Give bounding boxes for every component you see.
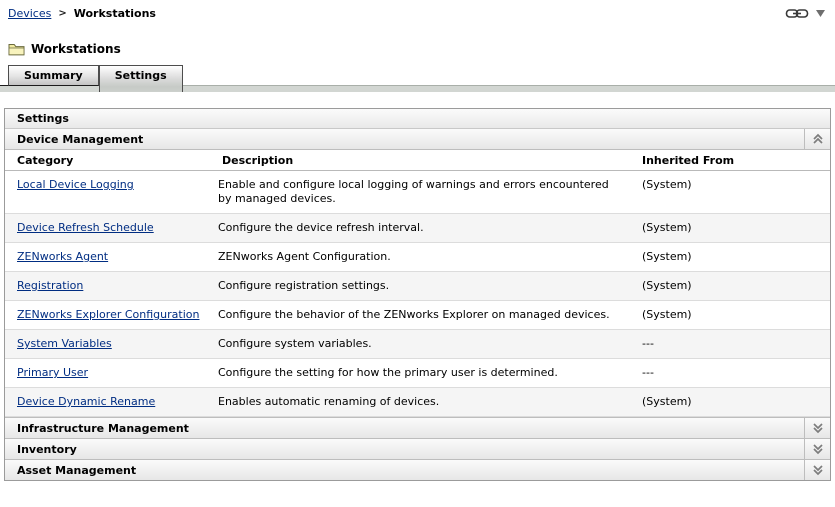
category-cell: Primary User [5, 359, 210, 387]
row-description: ZENworks Agent Configuration. [218, 250, 391, 263]
row-inherited: (System) [642, 221, 692, 234]
column-header-description: Description [222, 154, 294, 167]
table-header-row: Category Description Inherited From [5, 150, 830, 171]
chain-link-icon[interactable] [785, 8, 809, 19]
column-header-inherited-from: Inherited From [642, 154, 735, 167]
top-right-icons [785, 8, 827, 19]
table-row: Device Refresh Schedule Configure the de… [5, 214, 830, 243]
chevron-double-down-icon [812, 423, 823, 434]
row-description: Enable and configure local logging of wa… [218, 178, 609, 205]
category-cell: Local Device Logging [5, 171, 210, 213]
category-link[interactable]: ZENworks Explorer Configuration [17, 308, 199, 321]
tab-strip: Summary Settings [0, 65, 835, 92]
table-row: ZENworks Agent ZENworks Agent Configurat… [5, 243, 830, 272]
section-asset-management[interactable]: Asset Management [5, 459, 830, 480]
category-cell: ZENworks Explorer Configuration [5, 301, 210, 329]
section-device-management-label: Device Management [17, 133, 144, 146]
tab-strip-filler [182, 65, 835, 86]
collapse-section-button[interactable] [804, 129, 830, 149]
category-link[interactable]: System Variables [17, 337, 112, 350]
section-infrastructure-management-label: Infrastructure Management [17, 422, 189, 435]
category-cell: Device Refresh Schedule [5, 214, 210, 242]
section-asset-management-label: Asset Management [17, 464, 137, 477]
category-cell: Registration [5, 272, 210, 300]
breadcrumb: Devices > Workstations [8, 7, 156, 20]
table-row: Registration Configure registration sett… [5, 272, 830, 301]
tab-strip-lead [0, 65, 8, 86]
row-description: Configure the behavior of the ZENworks E… [218, 308, 610, 321]
row-description: Enables automatic renaming of devices. [218, 395, 440, 408]
panel-title: Settings [5, 109, 830, 129]
row-inherited: (System) [642, 178, 692, 191]
table-row: ZENworks Explorer Configuration Configur… [5, 301, 830, 330]
tab-settings[interactable]: Settings [98, 65, 183, 92]
row-inherited: (System) [642, 250, 692, 263]
category-cell: System Variables [5, 330, 210, 358]
section-inventory-label: Inventory [17, 443, 77, 456]
column-header-category: Category [17, 154, 74, 167]
row-description: Configure the setting for how the primar… [218, 366, 558, 379]
category-link[interactable]: Local Device Logging [17, 178, 134, 191]
row-inherited: (System) [642, 308, 692, 321]
tab-summary[interactable]: Summary [8, 65, 99, 86]
category-link[interactable]: ZENworks Agent [17, 250, 108, 263]
category-link[interactable]: Primary User [17, 366, 88, 379]
settings-panel: Settings Device Management Category Desc… [4, 108, 831, 481]
category-link[interactable]: Device Refresh Schedule [17, 221, 154, 234]
breadcrumb-bar: Devices > Workstations [0, 0, 835, 22]
row-description: Configure system variables. [218, 337, 372, 350]
section-device-management[interactable]: Device Management [5, 129, 830, 150]
table-row: System Variables Configure system variab… [5, 330, 830, 359]
chevron-double-down-icon [812, 465, 823, 476]
expand-section-button[interactable] [804, 460, 830, 480]
dropdown-arrow-icon[interactable] [816, 10, 825, 17]
breadcrumb-link-devices[interactable]: Devices [8, 7, 51, 20]
page-title: Workstations [31, 41, 121, 56]
chevron-double-up-icon [812, 133, 823, 144]
row-inherited: --- [642, 337, 654, 350]
table-row: Local Device Logging Enable and configur… [5, 171, 830, 214]
category-link[interactable]: Device Dynamic Rename [17, 395, 155, 408]
table-row: Device Dynamic Rename Enables automatic … [5, 388, 830, 417]
category-cell: ZENworks Agent [5, 243, 210, 271]
breadcrumb-separator: > [58, 8, 67, 19]
expand-section-button[interactable] [804, 439, 830, 459]
category-cell: Device Dynamic Rename [5, 388, 210, 416]
breadcrumb-current: Workstations [73, 7, 156, 20]
section-inventory[interactable]: Inventory [5, 438, 830, 459]
row-description: Configure registration settings. [218, 279, 390, 292]
table-row: Primary User Configure the setting for h… [5, 359, 830, 388]
row-inherited: (System) [642, 395, 692, 408]
section-infrastructure-management[interactable]: Infrastructure Management [5, 417, 830, 438]
chevron-double-down-icon [812, 444, 823, 455]
category-link[interactable]: Registration [17, 279, 83, 292]
row-inherited: (System) [642, 279, 692, 292]
expand-section-button[interactable] [804, 418, 830, 438]
object-header: Workstations [8, 40, 835, 57]
row-inherited: --- [642, 366, 654, 379]
folder-icon [8, 42, 25, 56]
row-description: Configure the device refresh interval. [218, 221, 424, 234]
